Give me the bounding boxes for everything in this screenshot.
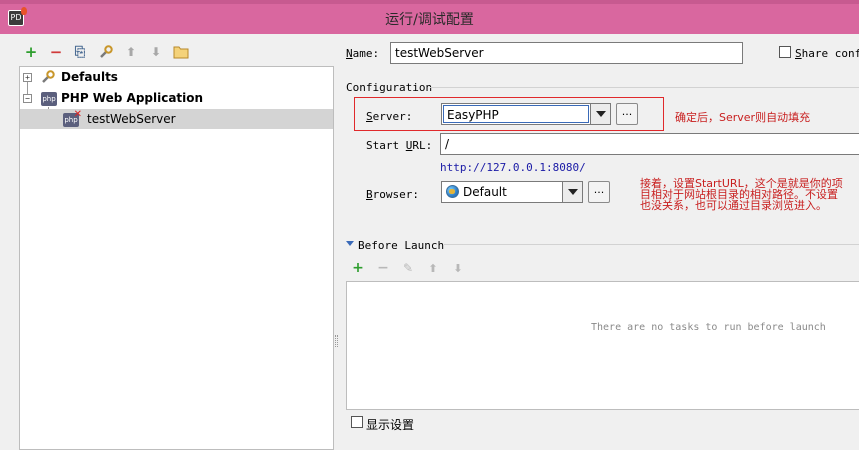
name-field[interactable]: testWebServer: [390, 42, 743, 64]
server-select[interactable]: EasyPHP: [441, 103, 611, 125]
share-label: Share confi: [795, 47, 859, 60]
tree-item-defaults[interactable]: + Defaults: [20, 68, 333, 88]
empty-tasks-message: There are no tasks to run before launch: [591, 322, 826, 333]
before-launch-task-list[interactable]: [346, 281, 859, 410]
server-label: Server:: [366, 110, 413, 123]
wrench-icon[interactable]: [96, 42, 116, 62]
php-config-icon: php ✕: [63, 109, 82, 127]
arrow-up-icon[interactable]: ⬆: [122, 42, 140, 62]
folder-icon[interactable]: [172, 42, 190, 62]
tree-item-label: testWebServer: [87, 112, 176, 126]
collapse-icon[interactable]: −: [23, 94, 32, 103]
tree-item-testwebserver[interactable]: php ✕ testWebServer: [20, 109, 333, 129]
configuration-section-title: Configuration: [346, 81, 433, 94]
chevron-down-icon[interactable]: [590, 104, 610, 124]
name-label: Name:: [346, 47, 380, 60]
minus-icon[interactable]: −: [47, 42, 65, 62]
move-down-task-icon[interactable]: ⬇: [449, 259, 467, 277]
error-mark-icon: ✕: [73, 109, 82, 120]
splitter-handle[interactable]: [335, 335, 338, 347]
tree-item-label: Defaults: [61, 70, 118, 84]
tree-item-label: PHP Web Application: [61, 91, 204, 105]
collapse-triangle-icon[interactable]: [346, 241, 354, 246]
wrench-icon: [40, 69, 56, 85]
chevron-down-icon[interactable]: [562, 182, 582, 202]
php-icon: php: [41, 92, 57, 106]
plus-icon[interactable]: +: [22, 42, 40, 62]
url-annotation-line-3: 也没关系，也可以通过目录浏览进入。: [640, 199, 827, 212]
menu-strip: [0, 0, 859, 4]
browser-select-value: Default: [463, 185, 507, 199]
move-up-task-icon[interactable]: ⬆: [424, 259, 442, 277]
config-toolbar: + − ⎘ ⬆ ⬇: [20, 42, 200, 64]
remove-task-icon[interactable]: −: [374, 259, 392, 277]
window-title: 运行/调试配置: [385, 12, 474, 28]
section-divider: [444, 244, 859, 245]
edit-task-icon[interactable]: ✎: [399, 259, 417, 277]
browser-label: Browser:: [366, 188, 419, 201]
before-launch-title: Before Launch: [358, 239, 445, 252]
url-hint-link[interactable]: http://127.0.0.1:8080/: [440, 161, 586, 174]
expand-icon[interactable]: +: [23, 73, 32, 82]
copy-icon[interactable]: ⎘: [71, 42, 89, 62]
show-settings-label: 显示设置: [366, 418, 415, 432]
browser-select[interactable]: Default: [441, 181, 583, 203]
server-select-value: EasyPHP: [443, 105, 589, 123]
start-url-label: Start URL:: [366, 139, 433, 152]
add-task-icon[interactable]: +: [349, 259, 367, 277]
server-annotation: 确定后，Server则自动填充: [675, 111, 811, 124]
config-tree[interactable]: + Defaults − php PHP Web Application php…: [19, 66, 334, 450]
arrow-down-icon[interactable]: ⬇: [147, 42, 165, 62]
start-url-field[interactable]: /: [440, 133, 859, 155]
share-checkbox[interactable]: [779, 46, 791, 58]
tree-item-php-web-application[interactable]: − php PHP Web Application: [20, 89, 333, 109]
server-browse-button[interactable]: ...: [616, 103, 638, 125]
show-settings-checkbox[interactable]: [351, 416, 363, 428]
section-divider: [430, 87, 859, 88]
browser-browse-button[interactable]: ...: [588, 181, 610, 203]
